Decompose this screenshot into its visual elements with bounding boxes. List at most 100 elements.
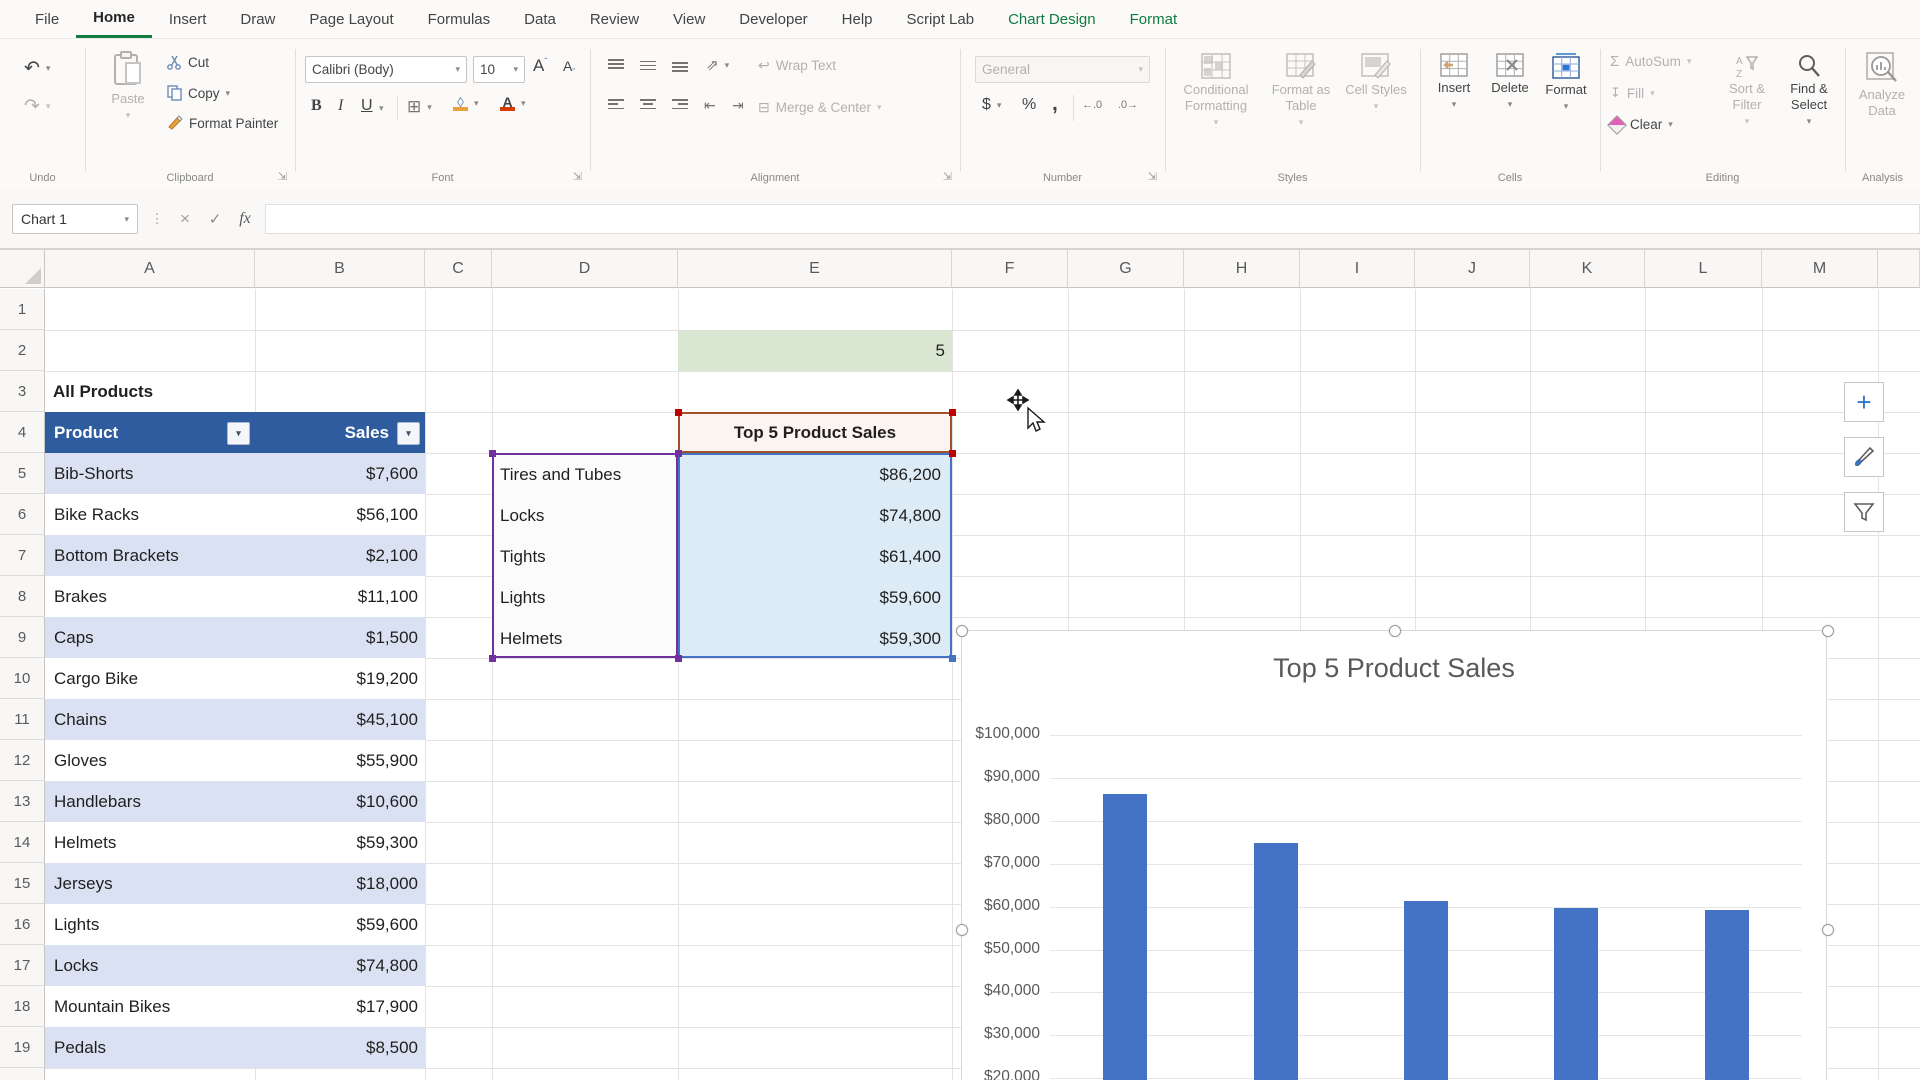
table-cell-product[interactable]: Brakes — [45, 576, 255, 617]
align-center-button[interactable] — [640, 99, 656, 112]
paste-button[interactable]: Paste ▾ — [100, 51, 156, 123]
font-name-select[interactable]: Calibri (Body)▾ — [305, 56, 467, 83]
percent-style-button[interactable]: % — [1022, 96, 1036, 114]
cut-button[interactable]: Cut — [167, 55, 209, 70]
menu-tab-developer[interactable]: Developer — [722, 2, 824, 37]
row-header-20[interactable]: 20 — [0, 1068, 45, 1080]
table-cell-product[interactable]: Locks — [45, 945, 255, 986]
row-header-10[interactable]: 10 — [0, 658, 45, 699]
wrap-text-button[interactable]: ↩ Wrap Text — [758, 57, 836, 74]
column-header-H[interactable]: H — [1184, 250, 1300, 288]
table-cell-sales[interactable]: $74,800 — [255, 945, 425, 986]
insert-cells-button[interactable]: Insert ▾ — [1428, 53, 1480, 112]
top5-product[interactable]: Helmets — [500, 618, 676, 659]
row-header-15[interactable]: 15 — [0, 863, 45, 904]
table-cell-sales[interactable]: $19,200 — [255, 658, 425, 699]
top5-sales[interactable]: $61,400 — [680, 536, 948, 577]
align-bottom-button[interactable] — [672, 59, 688, 72]
select-all-corner[interactable] — [0, 250, 45, 288]
column-header-M[interactable]: M — [1762, 250, 1878, 288]
top5-sales[interactable]: $86,200 — [680, 454, 948, 495]
chart-bar-lights[interactable] — [1554, 908, 1598, 1080]
table-row[interactable]: Cargo Bike$19,200 — [45, 658, 425, 699]
align-middle-button[interactable] — [640, 59, 656, 72]
table-row[interactable]: Handlebars$10,600 — [45, 781, 425, 822]
top5-sales[interactable]: $74,800 — [680, 495, 948, 536]
table-cell-product[interactable]: Caps — [45, 617, 255, 658]
bold-button[interactable]: B — [311, 97, 322, 115]
chart-selection-handle[interactable] — [1822, 924, 1834, 936]
enter-icon[interactable]: ✓ — [202, 204, 228, 234]
column-header-F[interactable]: F — [952, 250, 1068, 288]
table-cell-product[interactable]: Bottom Brackets — [45, 535, 255, 576]
table-row[interactable]: Chains$45,100 — [45, 699, 425, 740]
table-header-product[interactable]: Product — [45, 412, 255, 453]
red-range-handle[interactable] — [949, 409, 956, 416]
conditional-formatting-button[interactable]: Conditional Formatting ▾ — [1173, 53, 1259, 130]
table-cell-product[interactable]: Pedals — [45, 1027, 255, 1068]
number-format-select[interactable]: General▾ — [975, 56, 1150, 83]
table-cell-product[interactable]: Cargo Bike — [45, 658, 255, 699]
menu-tab-file[interactable]: File — [18, 2, 76, 37]
table-row[interactable]: Brakes$11,100 — [45, 576, 425, 617]
delete-cells-button[interactable]: Delete ▾ — [1484, 53, 1536, 112]
menu-tab-home[interactable]: Home — [76, 0, 152, 38]
row-header-2[interactable]: 2 — [0, 330, 45, 371]
row-header-1[interactable]: 1 — [0, 289, 45, 330]
range-e5-e9[interactable]: $86,200$74,800$61,400$59,600$59,300 — [678, 453, 952, 658]
top5-product[interactable]: Lights — [500, 577, 676, 618]
formula-input[interactable] — [265, 204, 1920, 234]
row-header-3[interactable]: 3 — [0, 371, 45, 412]
range-d5-d9[interactable]: Tires and TubesLocksTightsLightsHelmets — [492, 453, 678, 658]
chart-elements-button[interactable]: + — [1844, 382, 1884, 422]
column-header-J[interactable]: J — [1415, 250, 1530, 288]
menu-tab-view[interactable]: View — [656, 2, 722, 37]
table-cell-sales[interactable]: $17,900 — [255, 986, 425, 1027]
table-cell-sales[interactable]: $56,100 — [255, 494, 425, 535]
purple-range-handle[interactable] — [489, 655, 496, 662]
orientation-button[interactable]: ⇗▾ — [706, 56, 729, 74]
borders-button[interactable]: ⊞▾ — [407, 97, 432, 117]
table-row[interactable]: Bib-Shorts$7,600 — [45, 453, 425, 494]
chart-bar-tires-and-tubes[interactable] — [1103, 794, 1147, 1080]
menu-tab-chart-design[interactable]: Chart Design — [991, 2, 1113, 37]
red-range-handle[interactable] — [949, 450, 956, 457]
format-as-table-button[interactable]: Format as Table ▾ — [1263, 53, 1339, 130]
row-header-17[interactable]: 17 — [0, 945, 45, 986]
row-header-13[interactable]: 13 — [0, 781, 45, 822]
chart-selection-handle[interactable] — [956, 924, 968, 936]
table-cell-sales[interactable]: $45,100 — [255, 699, 425, 740]
table-row[interactable]: Pedals$8,500 — [45, 1027, 425, 1068]
redo-button[interactable]: ↷▾ — [24, 95, 50, 118]
row-header-9[interactable]: 9 — [0, 617, 45, 658]
row-header-8[interactable]: 8 — [0, 576, 45, 617]
column-header-I[interactable]: I — [1300, 250, 1415, 288]
align-right-button[interactable] — [672, 99, 688, 112]
table-cell-sales[interactable]: $7,600 — [255, 453, 425, 494]
blue-range-handle[interactable] — [949, 655, 956, 662]
menu-tab-format[interactable]: Format — [1113, 2, 1195, 37]
align-left-button[interactable] — [608, 99, 624, 112]
purple-range-handle[interactable] — [489, 450, 496, 457]
namebox-splitter[interactable]: ⋮ — [144, 204, 170, 234]
top5-product[interactable]: Tights — [500, 536, 676, 577]
accounting-format-button[interactable]: $▾ — [982, 96, 1001, 114]
table-cell-sales[interactable]: $2,100 — [255, 535, 425, 576]
worksheet-grid[interactable]: ABCDEFGHIJKLM 12345678910111213141516171… — [0, 250, 1920, 1080]
table-cell-sales[interactable]: $1,500 — [255, 617, 425, 658]
underline-button[interactable]: U — [361, 97, 373, 115]
analyze-data-button[interactable]: Analyze Data — [1851, 51, 1913, 119]
menu-tab-review[interactable]: Review — [573, 2, 656, 37]
table-cell-product[interactable]: Jerseys — [45, 863, 255, 904]
find-select-button[interactable]: Find & Select ▾ — [1780, 53, 1838, 129]
table-row[interactable]: Helmets$59,300 — [45, 822, 425, 863]
table-row[interactable]: Bottom Brackets$2,100 — [45, 535, 425, 576]
table-cell-product[interactable]: Chains — [45, 699, 255, 740]
table-cell-product[interactable]: Handlebars — [45, 781, 255, 822]
row-header-11[interactable]: 11 — [0, 699, 45, 740]
column-header-C[interactable]: C — [425, 250, 492, 288]
range-e4-header[interactable]: Top 5 Product Sales — [678, 412, 952, 453]
table-row[interactable]: Locks$74,800 — [45, 945, 425, 986]
table-row[interactable]: Lights$59,600 — [45, 904, 425, 945]
row-header-19[interactable]: 19 — [0, 1027, 45, 1068]
